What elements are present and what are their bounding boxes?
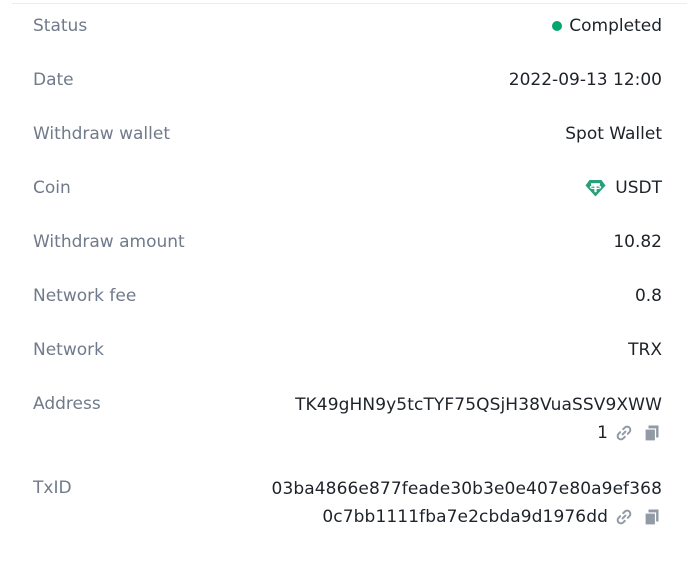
status-label: Status (33, 16, 88, 36)
top-divider (12, 3, 687, 4)
txid-label: TxID (33, 478, 72, 498)
network-fee-value: 0.8 (634, 286, 662, 306)
network-row: Network TRX (33, 337, 662, 363)
network-fee-row: Network fee 0.8 (33, 283, 662, 309)
txid-line-2-wrap: 0c7bb1111fba7e2cbda9d1976dd (222, 503, 662, 531)
txid-value: 03ba4866e877feade30b3e0e407e80a9ef368 0c… (222, 475, 662, 531)
coin-label: Coin (33, 178, 71, 198)
network-fee-label: Network fee (33, 286, 137, 306)
txid-line-2: 0c7bb1111fba7e2cbda9d1976dd (322, 507, 608, 527)
txid-copy-icon[interactable] (642, 507, 662, 527)
coin-row: Coin USDT (33, 175, 662, 201)
address-copy-icon[interactable] (642, 423, 662, 443)
date-label: Date (33, 70, 74, 90)
address-label: Address (33, 394, 101, 414)
date-row: Date 2022-09-13 12:00 (33, 67, 662, 93)
status-dot-icon (552, 21, 563, 31)
withdraw-wallet-row: Withdraw wallet Spot Wallet (33, 121, 662, 147)
withdraw-amount-value: 10.82 (613, 232, 662, 252)
withdraw-amount-row: Withdraw amount 10.82 (33, 229, 662, 255)
network-value: TRX (628, 340, 662, 360)
txid-row: TxID 03ba4866e877feade30b3e0e407e80a9ef3… (33, 475, 662, 531)
txid-line-tail: 0c7bb1111fba7e2cbda9d1976dd (322, 503, 662, 531)
address-row: Address TK49gHN9y5tcTYF75QSjH38VuaSSV9XW… (33, 391, 662, 447)
coin-value: USDT (585, 175, 662, 201)
txid-link-icon[interactable] (614, 507, 634, 527)
date-value: 2022-09-13 12:00 (508, 70, 662, 90)
address-link-icon[interactable] (614, 423, 634, 443)
txid-line-1: 03ba4866e877feade30b3e0e407e80a9ef368 (271, 479, 662, 499)
withdraw-wallet-value: Spot Wallet (565, 124, 662, 144)
address-line-2: 1 (597, 423, 608, 443)
address-line-tail: 1 (597, 419, 662, 447)
coin-text: USDT (615, 178, 662, 198)
status-value: Completed (552, 13, 662, 39)
withdraw-wallet-label: Withdraw wallet (33, 124, 170, 144)
withdraw-amount-label: Withdraw amount (33, 232, 185, 252)
status-row: Status Completed (33, 13, 662, 39)
network-label: Network (33, 340, 104, 360)
status-text: Completed (569, 16, 662, 36)
address-line-2-wrap: 1 (222, 419, 662, 447)
address-value: TK49gHN9y5tcTYF75QSjH38VuaSSV9XWW 1 (222, 391, 662, 447)
tether-icon (585, 179, 606, 197)
address-line-1: TK49gHN9y5tcTYF75QSjH38VuaSSV9XWW (295, 395, 662, 415)
